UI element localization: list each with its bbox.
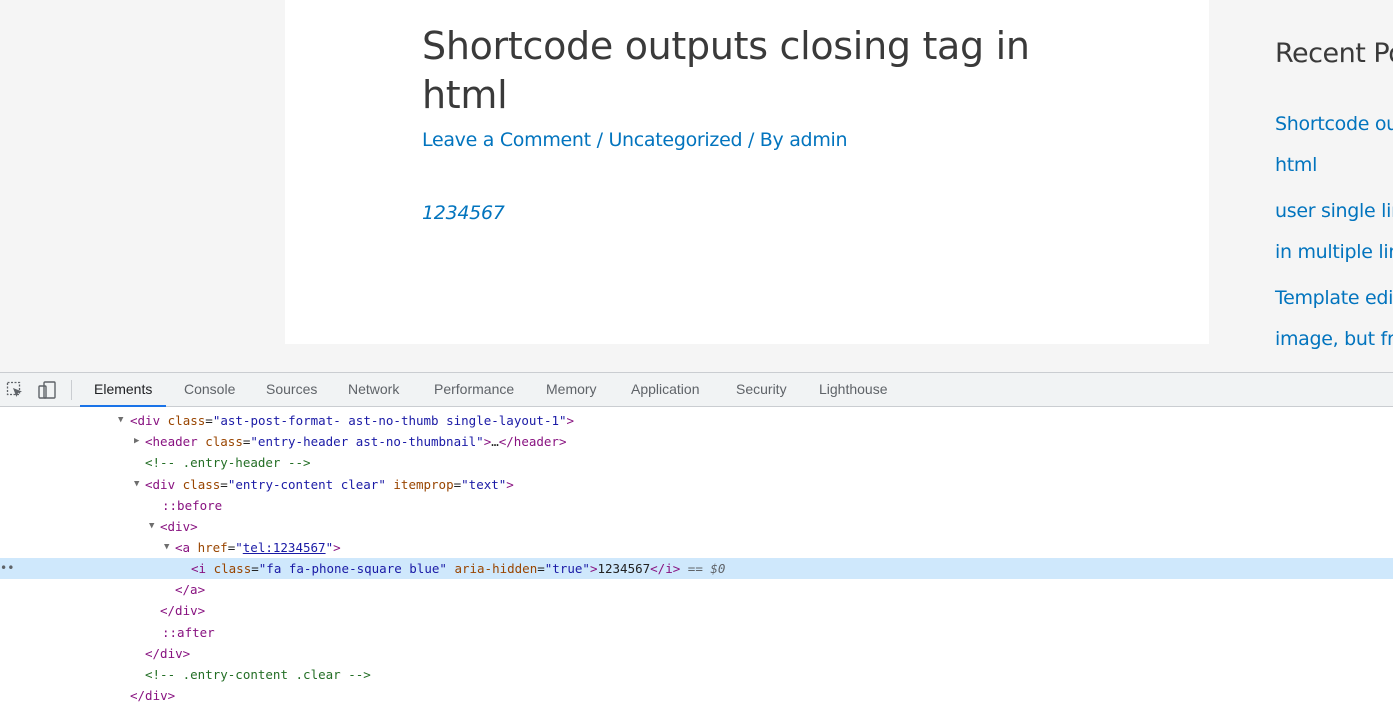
equals-sign: = [220,477,228,492]
tag-name: <header [145,434,198,449]
dom-node-header[interactable]: ▶ <header class="entry-header ast-no-thu… [0,431,1393,452]
recent-posts-title: Recent Po [1275,38,1393,69]
equals-sign: = [251,561,259,576]
tag-name: <div [145,477,176,492]
device-toolbar-icon[interactable] [37,380,57,400]
tab-sources[interactable]: Sources [266,373,317,407]
attr-name: class [205,434,243,449]
expand-triangle-icon[interactable]: ▼ [118,410,123,431]
dom-comment-entry-content[interactable]: <!-- .entry-content .clear --> [0,664,1393,685]
expand-triangle-icon[interactable]: ▼ [134,474,139,495]
end-tag: </div> [160,603,206,618]
attr-value: "ast-post-format- ast-no-thumb single-la… [212,413,567,428]
dom-tree: ▼ <div class="ast-post-format- ast-no-th… [0,408,1393,708]
end-tag: </i> [650,561,681,576]
attr-value: "fa fa-phone-square blue" [258,561,447,576]
devtools-toolbar: Elements Console Sources Network Perform… [0,373,1393,407]
attr-value: "entry-header ast-no-thumbnail" [250,434,484,449]
post-meta: Leave a Comment / Uncategorized / By adm… [422,126,848,154]
html-comment: <!-- .entry-content .clear --> [145,667,371,682]
attr-value: "true" [544,561,590,576]
leave-comment-link[interactable]: Leave a Comment [422,129,591,151]
quote: " [325,540,334,555]
inspect-element-icon[interactable] [5,380,25,400]
dom-node-anchor[interactable]: ▼ <a href="tel:1234567"> [0,537,1393,558]
tab-network[interactable]: Network [348,373,399,407]
tab-application[interactable]: Application [631,373,700,407]
equals-sign: = [537,561,545,576]
href-link[interactable]: tel:1234567 [243,540,326,555]
tag-name: <div [130,413,161,428]
end-tag: </div> [145,646,191,661]
html-comment: <!-- .entry-header --> [145,455,311,470]
selected-node-dots[interactable]: •• [0,558,14,579]
recent-post-link[interactable]: image, but fr [1275,319,1393,360]
end-tag: </div> [130,688,176,703]
dom-pseudo-after[interactable]: ::after [0,622,1393,643]
dom-pseudo-before[interactable]: ::before [0,495,1393,516]
dom-node-i-selected[interactable]: •• <i class="fa fa-phone-square blue" ar… [0,558,1393,579]
dom-node-div-post-format[interactable]: ▼ <div class="ast-post-format- ast-no-th… [0,410,1393,431]
dom-comment-entry-header[interactable]: <!-- .entry-header --> [0,452,1393,473]
tag-close: > [566,413,575,428]
recent-post-link[interactable]: Template edit [1275,278,1393,319]
collapse-triangle-icon[interactable]: ▶ [134,431,139,452]
post-title: Shortcode outputs closing tag in html [422,24,1030,117]
recent-post-link[interactable]: user single lin [1275,191,1393,232]
tag-close: > [333,540,341,555]
tab-console[interactable]: Console [184,373,235,407]
equals-sign: = [453,477,462,492]
dom-close-entry-content[interactable]: </div> [0,643,1393,664]
tab-memory[interactable]: Memory [546,373,597,407]
tab-security[interactable]: Security [736,373,787,407]
dom-close-post-format[interactable]: </div> [0,685,1393,706]
tab-elements[interactable]: Elements [80,373,167,407]
expand-triangle-icon[interactable]: ▼ [149,516,154,537]
meta-by-label: / By [742,129,790,151]
end-tag: </a> [175,582,206,597]
expand-triangle-icon[interactable]: ▼ [164,537,169,558]
tag-name: <div> [160,519,198,534]
pseudo-element: ::before [162,498,223,513]
category-link[interactable]: Uncategorized [608,129,742,151]
attr-name: aria-hidden [454,561,538,576]
tag-name: <i [191,561,207,576]
dom-close-anchor[interactable]: </a> [0,579,1393,600]
collapsed-ellipsis[interactable]: … [491,434,499,449]
dom-node-div[interactable]: ▼ <div> [0,516,1393,537]
attr-value: "entry-content clear" [227,477,386,492]
tab-performance[interactable]: Performance [434,373,514,407]
quote: " [235,540,243,555]
meta-separator: / [590,129,609,151]
attr-name: class [213,561,252,576]
attr-name: class [182,477,221,492]
attr-value: "text" [461,477,507,492]
attr-name: class [167,413,206,428]
recent-post-link[interactable]: Shortcode ou [1275,104,1393,145]
tag-close: > [506,477,514,492]
tag-name: <a [175,540,191,555]
text-node: 1234567 [597,561,651,576]
author-link[interactable]: admin [789,129,847,151]
recent-post-link[interactable]: html [1275,145,1317,186]
dom-close-div[interactable]: </div> [0,600,1393,621]
tab-lighthouse[interactable]: Lighthouse [819,373,888,407]
attr-name: itemprop [393,477,454,492]
selected-marker: == $0 [680,561,726,576]
dom-node-entry-content[interactable]: ▼ <div class="entry-content clear" itemp… [0,474,1393,495]
attr-name: href [197,540,228,555]
pseudo-element: ::after [162,625,215,640]
devtools-panel: Elements Console Sources Network Perform… [0,372,1393,708]
toolbar-divider [71,380,72,400]
website-viewport: Shortcode outputs closing tag in html Le… [0,0,1393,372]
phone-link[interactable]: 1234567 [422,202,505,224]
equals-sign: = [205,413,213,428]
end-tag: </header> [498,434,567,449]
article-card: Shortcode outputs closing tag in html Le… [285,0,1209,344]
recent-post-link[interactable]: in multiple lin [1275,232,1393,273]
